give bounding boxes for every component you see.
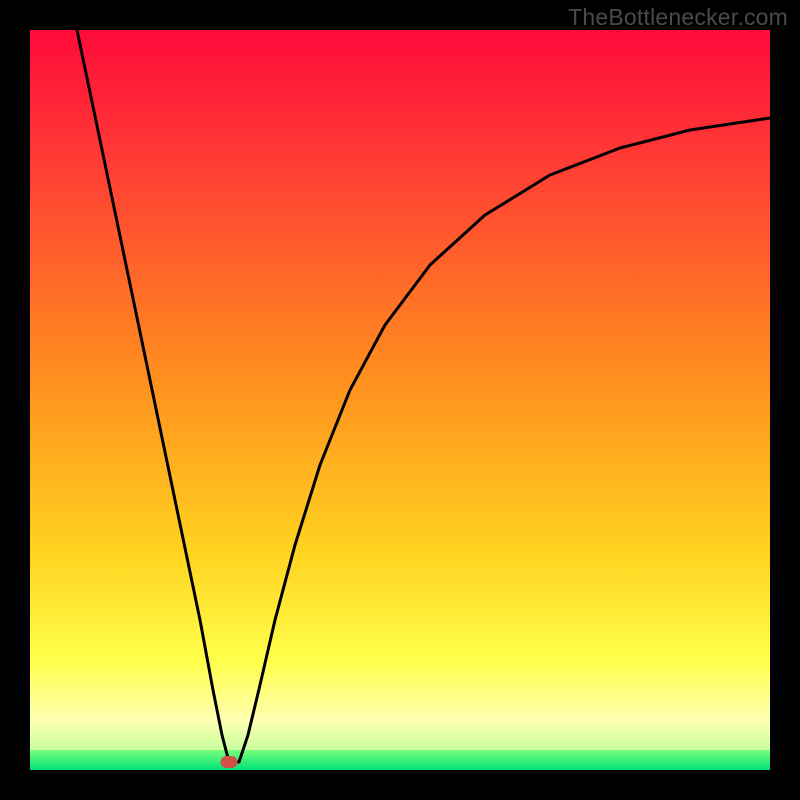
plot-area [30,30,770,770]
curve-path [77,30,770,762]
bottleneck-curve [30,30,770,770]
optimum-marker [221,756,238,768]
watermark-text: TheBottlenecker.com [568,4,788,31]
chart-frame: TheBottlenecker.com [0,0,800,800]
